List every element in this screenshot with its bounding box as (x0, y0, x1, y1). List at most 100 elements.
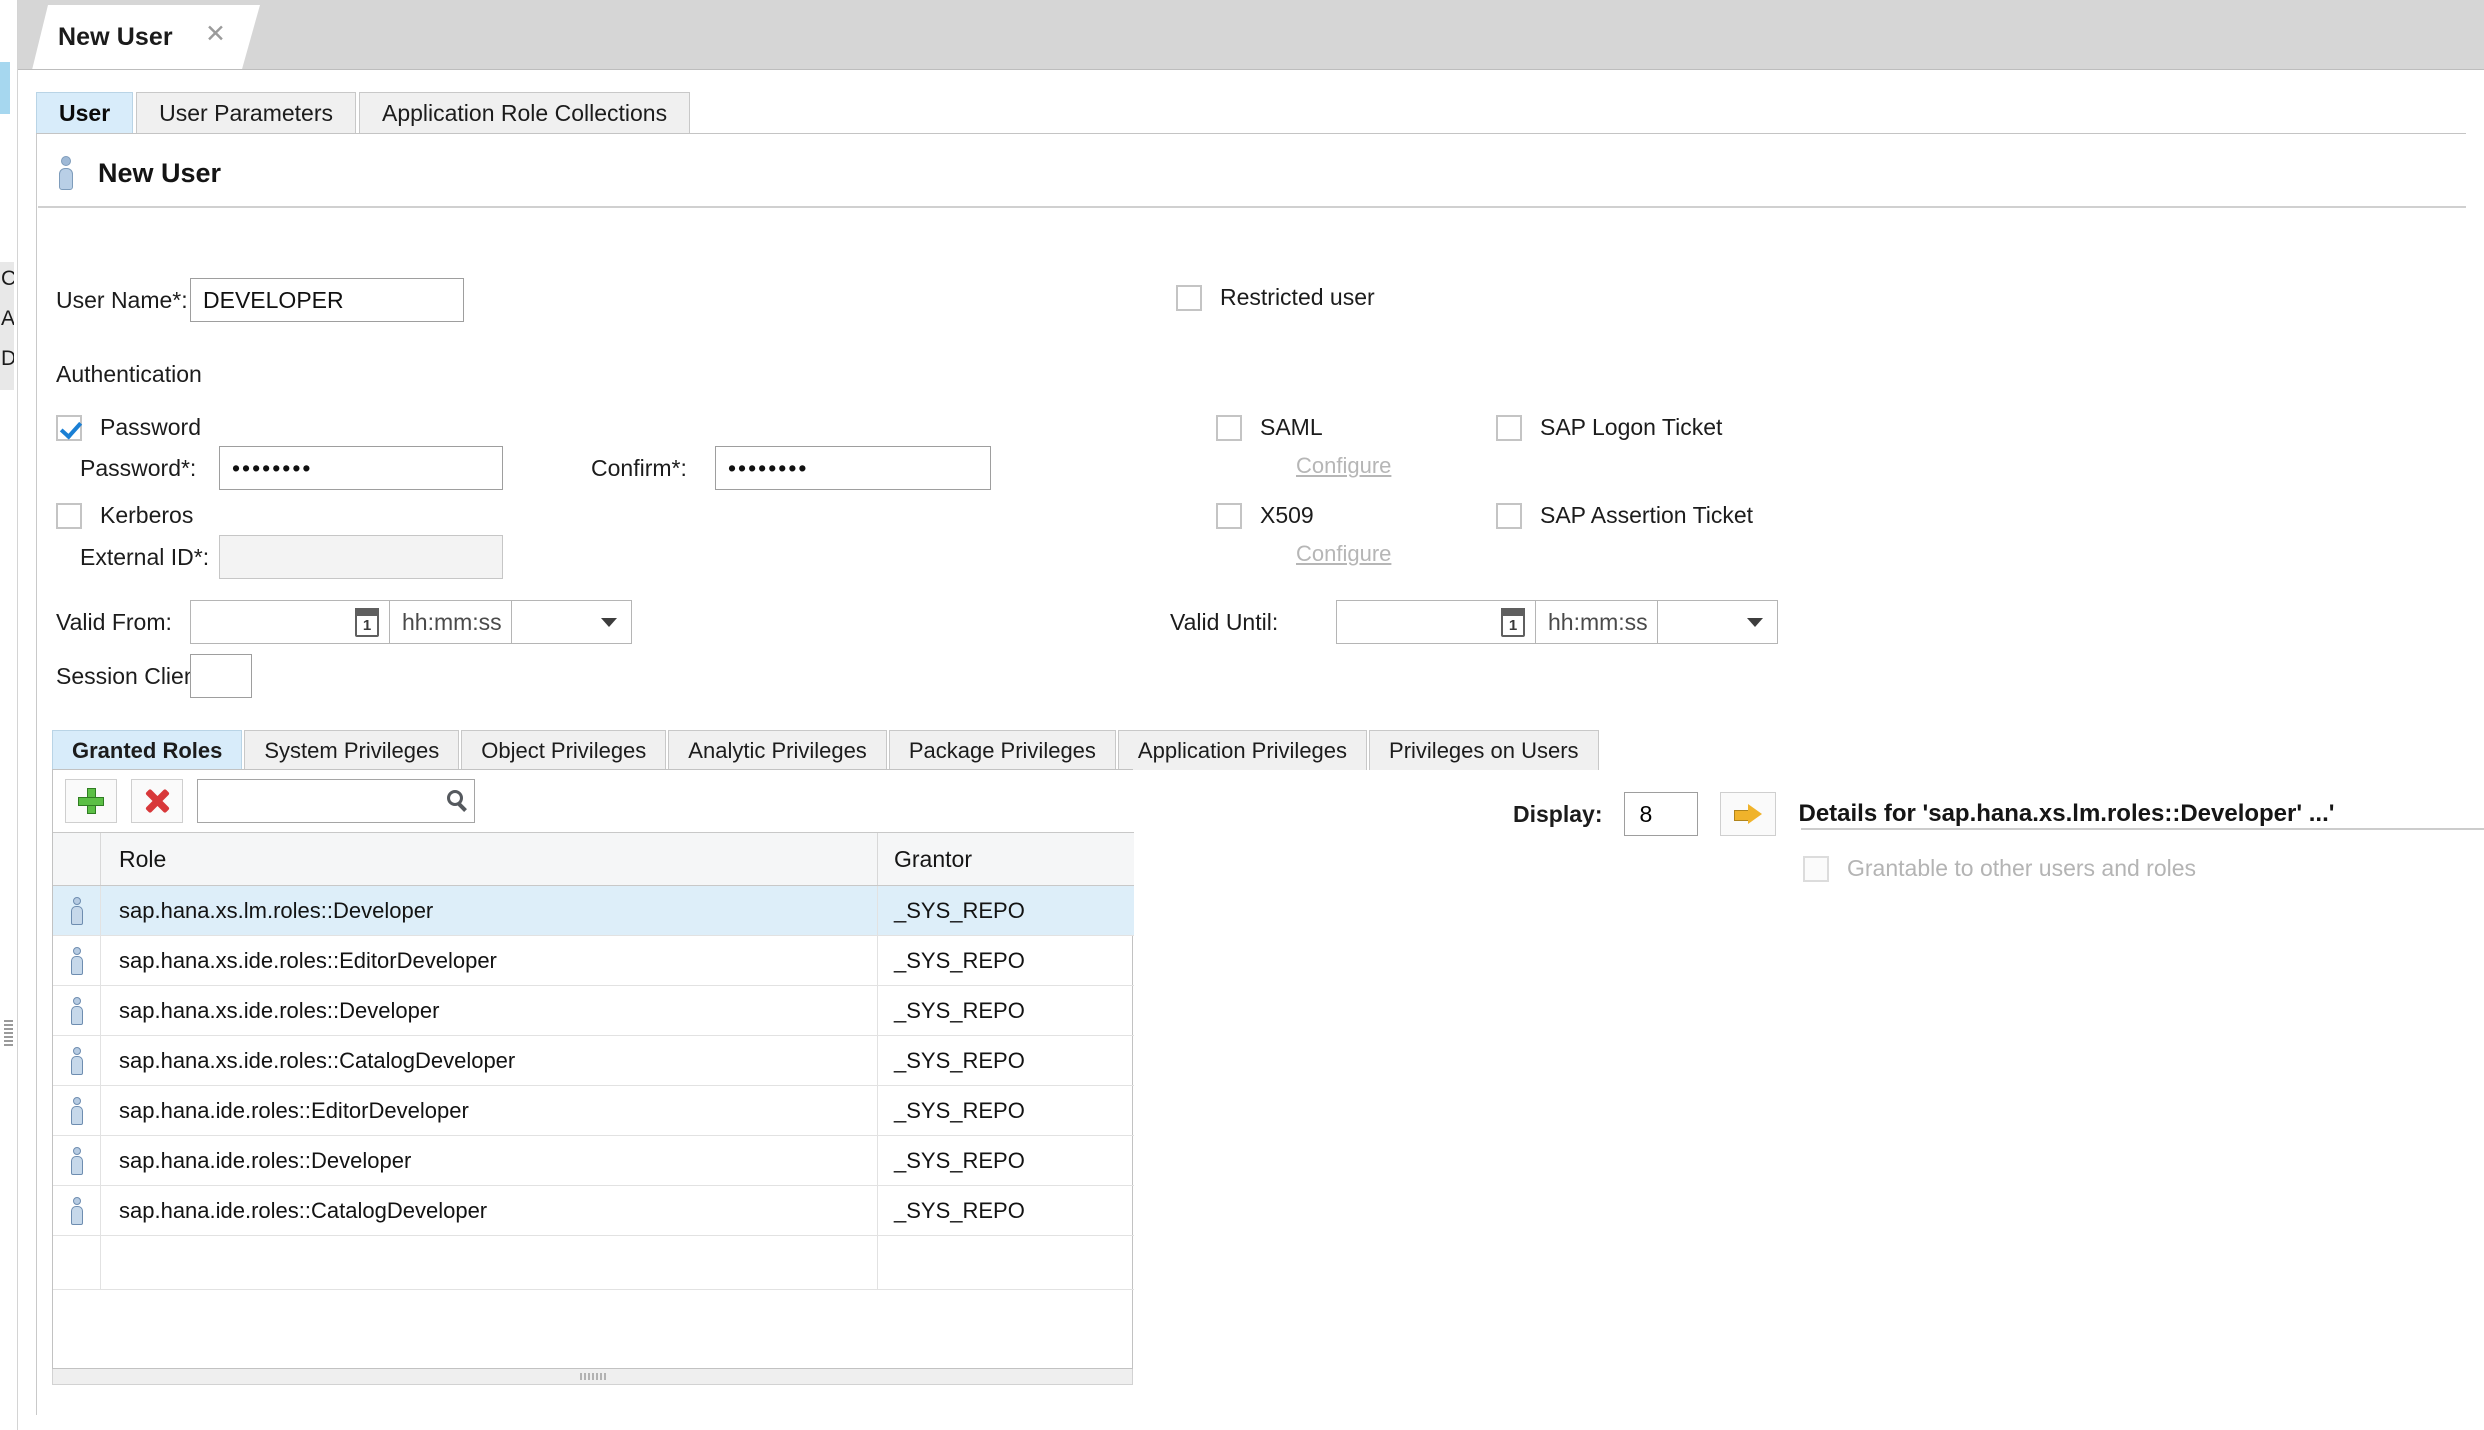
sap-logon-ticket-label: SAP Logon Ticket (1540, 414, 1723, 440)
granted-roles-panel: Role Grantor sap.hana.xs.lm.roles::Devel… (52, 769, 1134, 1369)
password-checkbox[interactable] (56, 414, 82, 441)
row-role: sap.hana.ide.roles::EditorDeveloper (101, 1086, 878, 1135)
calendar-icon[interactable] (1501, 608, 1525, 637)
tab-application-role-collections[interactable]: Application Role Collections (358, 92, 691, 134)
table-row[interactable]: sap.hana.xs.lm.roles::Developer _SYS_REP… (53, 886, 1134, 936)
saml-configure-link[interactable]: Configure (1296, 453, 1391, 479)
user-name-input[interactable]: DEVELOPER (190, 278, 464, 322)
remove-role-button[interactable] (131, 779, 183, 823)
sap-logon-ticket-checkbox[interactable] (1496, 414, 1522, 441)
table-row[interactable]: sap.hana.ide.roles::EditorDeveloper _SYS… (53, 1086, 1134, 1136)
tab-system-privileges[interactable]: System Privileges (244, 730, 460, 770)
valid-until-timezone-select[interactable] (1658, 600, 1778, 644)
panel-splitter[interactable] (52, 1369, 1133, 1385)
authentication-label: Authentication (56, 361, 202, 387)
valid-from-timezone-select[interactable] (512, 600, 632, 644)
chevron-down-icon (1747, 618, 1763, 627)
tab-application-privileges[interactable]: Application Privileges (1117, 730, 1368, 770)
tab-user-label: User (59, 99, 111, 126)
left-strip-glyph-1: C (1, 268, 14, 289)
session-client-row: Session Client: (56, 654, 252, 698)
column-header-role[interactable]: Role (101, 833, 878, 885)
valid-from-row: Valid From: hh:mm:ss (56, 600, 632, 644)
external-id-row: External ID*: (80, 535, 503, 579)
close-icon[interactable]: ✕ (205, 22, 226, 47)
display-count-input[interactable]: 8 (1624, 792, 1699, 836)
password-input[interactable]: •••••••• (219, 446, 503, 490)
row-role: sap.hana.xs.ide.roles::EditorDeveloper (101, 936, 878, 985)
role-icon (69, 896, 85, 925)
left-strip-drag-grip[interactable] (4, 1020, 13, 1046)
table-row[interactable]: sap.hana.ide.roles::CatalogDeveloper _SY… (53, 1186, 1134, 1236)
kerberos-auth-row: Kerberos (56, 502, 193, 529)
new-user-editor-window: C A D New User ✕ User User Parameters Ap… (0, 0, 2484, 1430)
tab-analytic-privileges[interactable]: Analytic Privileges (668, 730, 887, 770)
tab-object-privileges[interactable]: Object Privileges (461, 730, 667, 770)
tab-user[interactable]: User (36, 92, 134, 134)
valid-until-date-input[interactable] (1336, 600, 1536, 644)
tab-user-parameters[interactable]: User Parameters (136, 92, 356, 134)
table-row[interactable]: sap.hana.xs.ide.roles::CatalogDeveloper … (53, 1036, 1134, 1086)
kerberos-checkbox[interactable] (56, 502, 82, 529)
column-header-icon (53, 833, 101, 885)
editor-body: User User Parameters Application Role Co… (18, 70, 2484, 1430)
role-icon-cell (53, 1036, 101, 1085)
valid-from-label: Valid From: (56, 608, 172, 635)
tab-package-privileges[interactable]: Package Privileges (888, 730, 1116, 770)
page-header: New User (56, 156, 221, 190)
saml-auth-row: SAML (1216, 414, 1323, 441)
add-role-button[interactable] (65, 779, 117, 823)
details-title: Details for 'sap.hana.xs.lm.roles::Devel… (1798, 800, 2335, 827)
tab-application-privileges-label: Application Privileges (1137, 737, 1348, 763)
role-icon-cell (53, 1186, 101, 1235)
sap-assertion-ticket-checkbox[interactable] (1496, 502, 1522, 529)
valid-from-time-input[interactable]: hh:mm:ss (390, 600, 512, 644)
confirm-password-input[interactable]: •••••••• (715, 446, 991, 490)
tab-granted-roles[interactable]: Granted Roles (52, 730, 243, 770)
password-fields-row: Password*: •••••••• Confirm*: •••••••• (80, 446, 991, 490)
table-row[interactable]: sap.hana.ide.roles::Developer _SYS_REPO (53, 1136, 1134, 1186)
privileges-tab-row: Granted Roles System Privileges Object P… (52, 730, 1601, 770)
password-field-label: Password*: (80, 454, 197, 481)
left-strip-glyph-3: D (1, 348, 14, 369)
plus-icon (78, 788, 104, 814)
external-id-input[interactable] (219, 535, 503, 579)
roles-table-header: Role Grantor (53, 832, 1134, 886)
apply-display-button[interactable] (1720, 792, 1777, 836)
editor-tab-new-user[interactable]: New User ✕ (32, 5, 260, 70)
display-label: Display: (1513, 800, 1603, 827)
row-grantor: _SYS_REPO (894, 947, 1025, 973)
row-role: sap.hana.xs.ide.roles::Developer (101, 986, 878, 1035)
restricted-user-checkbox[interactable] (1176, 284, 1202, 311)
sap-assertion-ticket-row: SAP Assertion Ticket (1496, 502, 1753, 529)
x509-checkbox[interactable] (1216, 502, 1242, 529)
session-client-input[interactable] (190, 654, 252, 698)
valid-from-date-input[interactable] (190, 600, 390, 644)
tab-privileges-on-users-label: Privileges on Users (1389, 737, 1579, 763)
role-icon-cell (53, 1136, 101, 1185)
grantable-checkbox[interactable] (1803, 855, 1829, 882)
tab-user-parameters-label: User Parameters (159, 100, 333, 126)
tab-system-privileges-label: System Privileges (264, 737, 440, 763)
saml-checkbox[interactable] (1216, 414, 1242, 441)
roles-search-field[interactable] (197, 779, 475, 823)
tab-granted-roles-label: Granted Roles (72, 737, 223, 763)
user-name-row: User Name*: DEVELOPER (56, 278, 464, 322)
table-row[interactable]: sap.hana.xs.ide.roles::EditorDeveloper _… (53, 936, 1134, 986)
splitter-grip-icon (579, 1373, 606, 1380)
tab-privileges-on-users[interactable]: Privileges on Users (1369, 730, 1599, 770)
column-header-grantor[interactable]: Grantor (878, 833, 1134, 885)
tab-application-role-collections-label: Application Role Collections (381, 100, 668, 126)
search-icon[interactable] (447, 790, 463, 806)
calendar-icon[interactable] (355, 608, 379, 637)
editor-tab-strip: New User ✕ (18, 0, 2484, 70)
table-row[interactable]: sap.hana.xs.ide.roles::Developer _SYS_RE… (53, 986, 1134, 1036)
sap-assertion-ticket-label: SAP Assertion Ticket (1540, 502, 1754, 528)
valid-until-time-input[interactable]: hh:mm:ss (1536, 600, 1658, 644)
search-input[interactable] (198, 780, 474, 822)
roles-table: Role Grantor sap.hana.xs.lm.roles::Devel… (53, 832, 1134, 1290)
authentication-section-label-row: Authentication (56, 361, 202, 388)
x509-configure-link[interactable]: Configure (1296, 541, 1391, 567)
password-label: Password (100, 414, 201, 440)
valid-until-label: Valid Until: (1170, 608, 1279, 635)
